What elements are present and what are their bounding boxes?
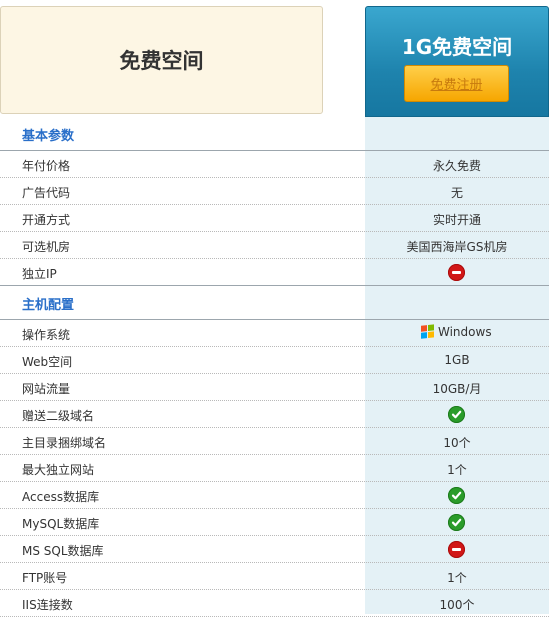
no-entry-icon	[448, 264, 465, 281]
row-label: 主目录捆绑域名	[22, 436, 107, 450]
os-name: Windows	[438, 325, 492, 339]
row-label: IIS连接数	[22, 598, 73, 612]
table-row: 赠送二级域名	[0, 401, 549, 428]
row-value	[448, 487, 465, 504]
row-label: FTP账号	[22, 571, 68, 585]
row-value: 100个	[439, 598, 475, 612]
windows-icon	[421, 324, 435, 339]
row-label: 独立IP	[22, 267, 57, 281]
comparison-table: 免费空间 1G免费空间 免费注册 基本参数年付价格 永久免费广告代码 无开通方式 实时…	[0, 0, 549, 617]
row-value: 10GB/月	[432, 382, 482, 396]
row-label: 赠送二级域名	[22, 409, 95, 423]
row-label: Access数据库	[22, 490, 100, 504]
table-row: Access数据库	[0, 482, 549, 509]
register-button[interactable]: 免费注册	[404, 65, 509, 102]
left-header-title: 免费空间	[119, 49, 204, 73]
table-row: 网站流量 10GB/月	[0, 374, 549, 401]
plan-header: 1G免费空间 免费注册	[365, 6, 549, 117]
row-label: 网站流量	[22, 382, 71, 396]
row-label: MS SQL数据库	[22, 544, 104, 558]
table-row: 主目录捆绑域名 10个	[0, 428, 549, 455]
table-row: 开通方式 实时开通	[0, 205, 549, 232]
check-icon	[448, 487, 465, 504]
row-label: 可选机房	[22, 240, 71, 254]
row-value	[448, 264, 465, 281]
row-value: 美国西海岸GS机房	[406, 240, 508, 254]
row-value	[448, 514, 465, 531]
row-value: 1GB	[444, 353, 470, 367]
check-icon	[448, 514, 465, 531]
check-icon	[448, 406, 465, 423]
row-value: 永久免费	[432, 159, 481, 173]
row-label: 操作系统	[22, 328, 71, 342]
row-value: 1个	[447, 571, 467, 585]
table-row: 最大独立网站 1个	[0, 455, 549, 482]
spec-rows: 基本参数年付价格 永久免费广告代码 无开通方式 实时开通可选机房 美国西海岸GS机房独立…	[0, 117, 549, 617]
table-row: MS SQL数据库	[0, 536, 549, 563]
no-entry-icon	[448, 541, 465, 558]
row-value	[448, 541, 465, 558]
table-row: 操作系统 Windows	[0, 320, 549, 347]
plan-title: 1G免费空间	[401, 35, 513, 59]
row-value: 10个	[443, 436, 471, 450]
left-header-card: 免费空间	[0, 6, 323, 114]
register-button-label[interactable]: 免费注册	[430, 74, 482, 93]
row-label: 最大独立网站	[22, 463, 95, 477]
table-row: 可选机房 美国西海岸GS机房	[0, 232, 549, 259]
row-label: 年付价格	[22, 159, 71, 173]
table-row: 年付价格 永久免费	[0, 151, 549, 178]
section-title: 基本参数	[22, 129, 75, 144]
row-label: Web空间	[22, 355, 73, 369]
table-row: MySQL数据库	[0, 509, 549, 536]
table-row: FTP账号 1个	[0, 563, 549, 590]
row-value: 1个	[447, 463, 467, 477]
row-label: 开通方式	[22, 213, 71, 227]
section-header: 基本参数	[0, 117, 549, 151]
section-title: 主机配置	[22, 298, 75, 313]
row-value: Windows	[421, 324, 492, 339]
table-row: 广告代码 无	[0, 178, 549, 205]
row-value	[448, 406, 465, 423]
row-label: MySQL数据库	[22, 517, 100, 531]
table-row: IIS连接数 100个	[0, 590, 549, 617]
row-label: 广告代码	[22, 186, 71, 200]
table-row: Web空间 1GB	[0, 347, 549, 374]
row-value: 实时开通	[432, 213, 481, 227]
row-value: 无	[450, 186, 463, 200]
section-header: 主机配置	[0, 286, 549, 320]
table-row: 独立IP	[0, 259, 549, 286]
